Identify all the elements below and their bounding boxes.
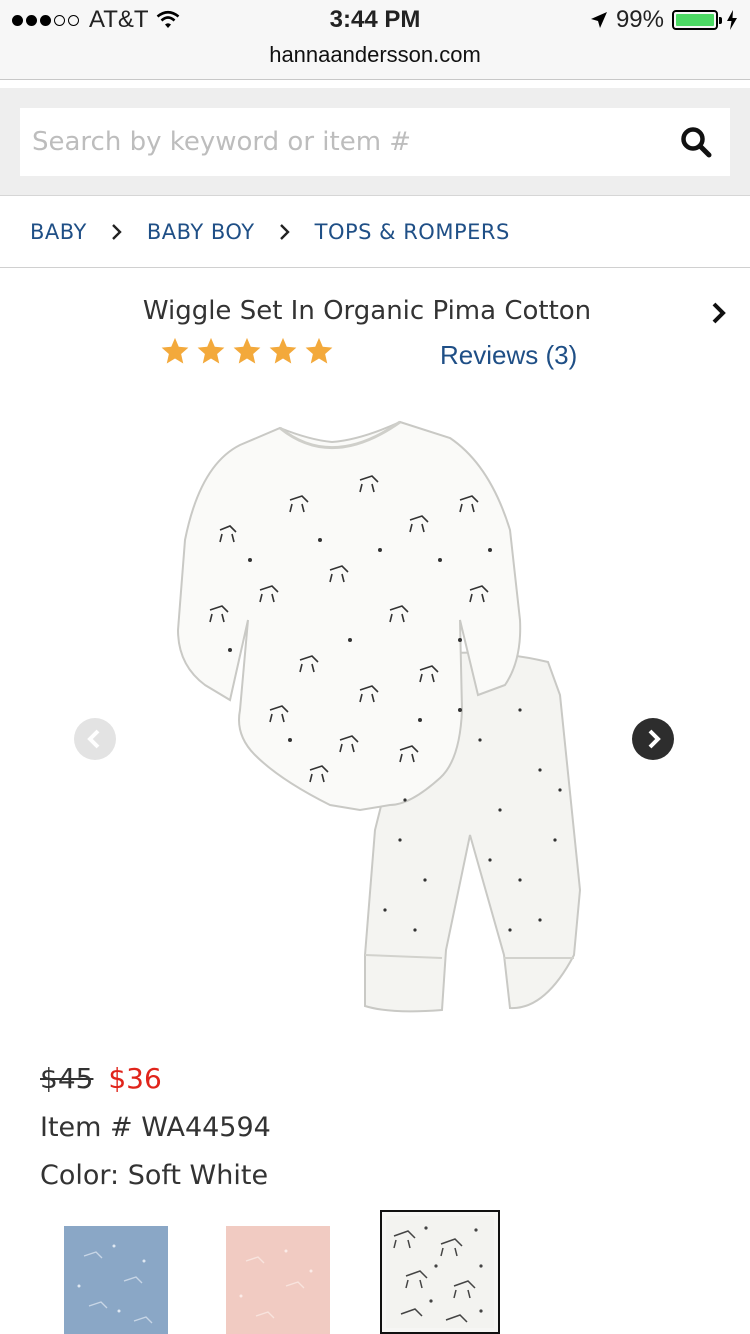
breadcrumb: BABY BABY BOY TOPS & ROMPERS <box>0 196 750 268</box>
status-bar: AT&T 3:44 PM 99% hannaandersson.com <box>0 0 750 80</box>
search-box <box>20 108 730 176</box>
star-icon <box>269 337 297 364</box>
chevron-left-icon <box>87 729 100 749</box>
next-product-button[interactable] <box>708 300 730 326</box>
search-icon <box>681 127 712 158</box>
charging-bolt-icon <box>727 10 737 30</box>
search-input[interactable] <box>20 108 650 176</box>
star-rating <box>160 336 334 366</box>
search-bar <box>0 88 750 196</box>
product-title: Wiggle Set In Organic Pima Cotton <box>142 296 592 326</box>
status-right: 99% <box>590 6 738 34</box>
swatch-pattern <box>386 1216 494 1328</box>
item-number: Item # WA44594 <box>40 1112 271 1143</box>
battery-icon <box>672 10 722 30</box>
reviews-link[interactable]: Reviews (3) <box>440 340 577 371</box>
chevron-right-icon <box>648 729 661 749</box>
next-image-button[interactable] <box>632 718 674 760</box>
chevron-right-icon <box>712 302 726 324</box>
url-bar[interactable]: hannaandersson.com <box>0 42 750 68</box>
sale-price: $36 <box>108 1062 162 1095</box>
search-button[interactable] <box>674 120 718 164</box>
breadcrumb-tops-rompers[interactable]: TOPS & ROMPERS <box>315 220 510 244</box>
swatch-pattern <box>77 1244 153 1324</box>
price: $45 $36 <box>40 1062 162 1095</box>
star-icon <box>161 337 189 364</box>
breadcrumb-baby[interactable]: BABY <box>30 220 87 244</box>
selected-color: Color: Soft White <box>40 1160 269 1191</box>
battery-percent: 99% <box>615 6 664 33</box>
swatch-blue[interactable] <box>64 1226 168 1334</box>
location-arrow-icon <box>590 12 607 28</box>
original-price: $45 <box>40 1062 94 1095</box>
swatch-pink[interactable] <box>226 1226 330 1334</box>
swatch-soft-white[interactable] <box>380 1210 500 1334</box>
star-icon <box>233 337 261 364</box>
chevron-right-icon <box>111 223 123 241</box>
star-icon <box>197 337 225 364</box>
chevron-right-icon <box>279 223 291 241</box>
product-image[interactable] <box>160 410 590 1020</box>
breadcrumb-baby-boy[interactable]: BABY BOY <box>147 220 255 244</box>
swatch-pattern <box>239 1249 313 1319</box>
star-icon <box>305 337 333 364</box>
previous-image-button[interactable] <box>74 718 116 760</box>
